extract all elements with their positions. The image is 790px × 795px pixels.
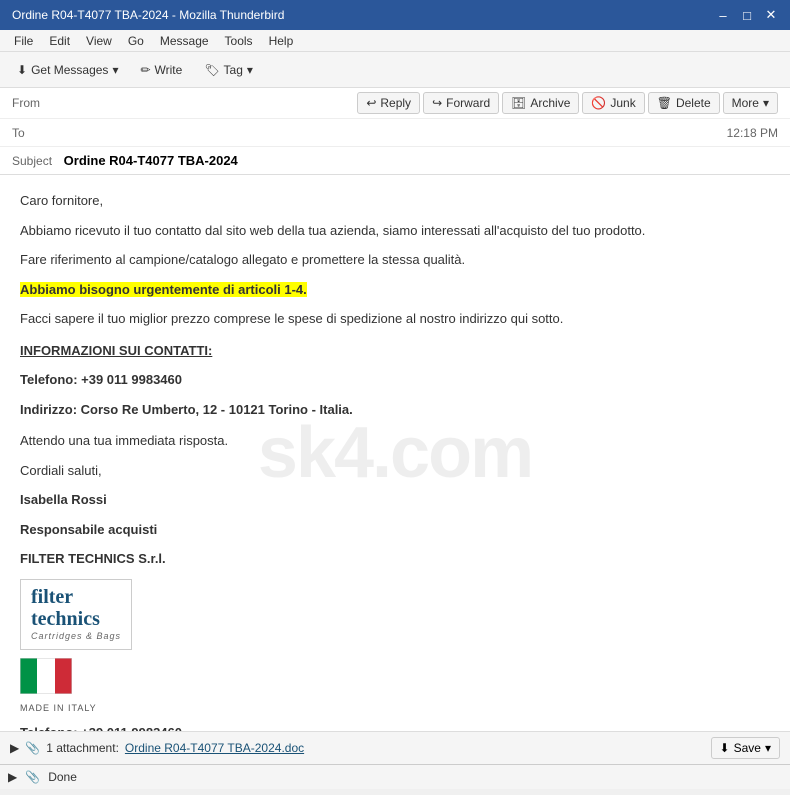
save-chevron-icon: ▾	[765, 741, 771, 755]
more-button[interactable]: More ▾	[723, 92, 778, 114]
status-text: Done	[48, 770, 77, 784]
subject-row: Subject Ordine R04-T4077 TBA-2024	[0, 147, 790, 174]
logo-filter-text: filter	[31, 586, 121, 608]
attachment-count: 1 attachment:	[46, 741, 119, 755]
logo-technics-text: technics	[31, 608, 121, 630]
email-body: sk4.com Caro fornitore, Abbiamo ricevuto…	[0, 175, 790, 731]
expand-thread-icon[interactable]: ▶	[10, 741, 19, 755]
email-para-intro: Abbiamo ricevuto il tuo contatto dal sit…	[20, 221, 770, 241]
reply-icon: ↩	[366, 96, 376, 110]
menu-help[interactable]: Help	[261, 32, 302, 50]
junk-icon: 🚫	[591, 96, 606, 110]
menu-bar: File Edit View Go Message Tools Help	[0, 30, 790, 52]
forward-button[interactable]: ↪ Forward	[423, 92, 499, 114]
menu-view[interactable]: View	[78, 32, 120, 50]
logo-subtitle-text: Cartridges & Bags	[31, 630, 121, 644]
menu-tools[interactable]: Tools	[217, 32, 261, 50]
email-closing2: Cordiali saluti,	[20, 461, 770, 481]
window-controls: – □ ✕	[712, 4, 782, 26]
status-attach-icon: 📎	[25, 770, 40, 784]
toolbar: ⬇ Get Messages ▾ ✏ Write 🏷 Tag ▾	[0, 52, 790, 88]
highlighted-text: Abbiamo bisogno urgentemente di articoli…	[20, 282, 307, 297]
attachment-info: ▶ 📎 1 attachment: Ordine R04-T4077 TBA-2…	[10, 741, 304, 755]
attachment-bar: ▶ 📎 1 attachment: Ordine R04-T4077 TBA-2…	[0, 731, 790, 764]
from-row: From ↩ Reply ↪ Forward 🗄 Archive 🚫 Junk …	[0, 88, 790, 119]
forward-icon: ↪	[432, 96, 442, 110]
delete-button[interactable]: 🗑 Delete	[648, 92, 720, 114]
phone-text: Telefono: +39 011 9983460	[20, 372, 182, 387]
attachment-filename[interactable]: Ordine R04-T4077 TBA-2024.doc	[125, 741, 304, 755]
company-logo: filter technics Cartridges & Bags	[20, 579, 770, 651]
email-phone: Telefono: +39 011 9983460	[20, 370, 770, 390]
menu-file[interactable]: File	[6, 32, 41, 50]
italy-flag-icon	[20, 658, 72, 694]
tag-icon: 🏷	[204, 63, 219, 77]
menu-edit[interactable]: Edit	[41, 32, 78, 50]
save-icon: ⬇	[720, 741, 730, 755]
write-button[interactable]: ✏ Write	[131, 58, 191, 82]
get-messages-icon: ⬇	[17, 63, 27, 77]
flag-area: MADE IN ITALY	[20, 658, 770, 715]
sig-phone: Telefono: +39 011 9983460	[20, 723, 770, 731]
close-button[interactable]: ✕	[760, 4, 782, 26]
subject-value: Ordine R04-T4077 TBA-2024	[64, 153, 238, 168]
chevron-down-icon: ▾	[763, 96, 769, 110]
to-label: To	[12, 126, 67, 140]
email-para-price: Facci sapere il tuo miglior prezzo compr…	[20, 309, 770, 329]
attachment-actions: ⬇ Save ▾	[711, 737, 780, 759]
email-actions: ↩ Reply ↪ Forward 🗄 Archive 🚫 Junk 🗑 Del…	[357, 92, 778, 114]
email-header: From ↩ Reply ↪ Forward 🗄 Archive 🚫 Junk …	[0, 88, 790, 175]
email-para-greeting: Caro fornitore,	[20, 191, 770, 211]
status-bar: ▶ 📎 Done	[0, 764, 790, 789]
window-title: Ordine R04-T4077 TBA-2024 - Mozilla Thun…	[8, 8, 712, 22]
sig-company: FILTER TECHNICS S.r.l.	[20, 549, 770, 569]
menu-go[interactable]: Go	[120, 32, 152, 50]
contact-title-text: INFORMAZIONI SUI CONTATTI:	[20, 343, 212, 358]
junk-button[interactable]: 🚫 Junk	[582, 92, 644, 114]
email-para-urgent: Abbiamo bisogno urgentemente di articoli…	[20, 280, 770, 300]
status-expand-icon[interactable]: ▶	[8, 770, 17, 784]
title-bar: Ordine R04-T4077 TBA-2024 - Mozilla Thun…	[0, 0, 790, 30]
email-para-quality: Fare riferimento al campione/catalogo al…	[20, 250, 770, 270]
save-button[interactable]: ⬇ Save ▾	[711, 737, 780, 759]
get-messages-button[interactable]: ⬇ Get Messages ▾	[8, 58, 127, 82]
archive-icon: 🗄	[511, 96, 526, 110]
attachment-icon: 📎	[25, 741, 40, 755]
chevron-down-icon: ▾	[112, 63, 118, 77]
email-address: Indirizzo: Corso Re Umberto, 12 - 10121 …	[20, 400, 770, 420]
chevron-down-icon: ▾	[247, 63, 253, 77]
write-icon: ✏	[140, 63, 150, 77]
address-text: Indirizzo: Corso Re Umberto, 12 - 10121 …	[20, 402, 353, 417]
maximize-button[interactable]: □	[736, 4, 758, 26]
archive-button[interactable]: 🗄 Archive	[502, 92, 579, 114]
minimize-button[interactable]: –	[712, 4, 734, 26]
menu-message[interactable]: Message	[152, 32, 217, 50]
delete-icon: 🗑	[657, 96, 672, 110]
reply-button[interactable]: ↩ Reply	[357, 92, 420, 114]
email-contact-title: INFORMAZIONI SUI CONTATTI:	[20, 341, 770, 361]
email-closing1: Attendo una tua immediata risposta.	[20, 431, 770, 451]
tag-button[interactable]: 🏷 Tag ▾	[195, 58, 262, 82]
made-in-italy-text: MADE IN ITALY	[20, 702, 770, 716]
sig-title: Responsabile acquisti	[20, 520, 770, 540]
time-display: 12:18 PM	[727, 126, 778, 140]
sig-name: Isabella Rossi	[20, 490, 770, 510]
logo-box: filter technics Cartridges & Bags	[20, 579, 132, 651]
from-label: From	[12, 96, 67, 110]
to-row: To 12:18 PM	[0, 119, 790, 147]
subject-label: Subject	[12, 154, 52, 168]
